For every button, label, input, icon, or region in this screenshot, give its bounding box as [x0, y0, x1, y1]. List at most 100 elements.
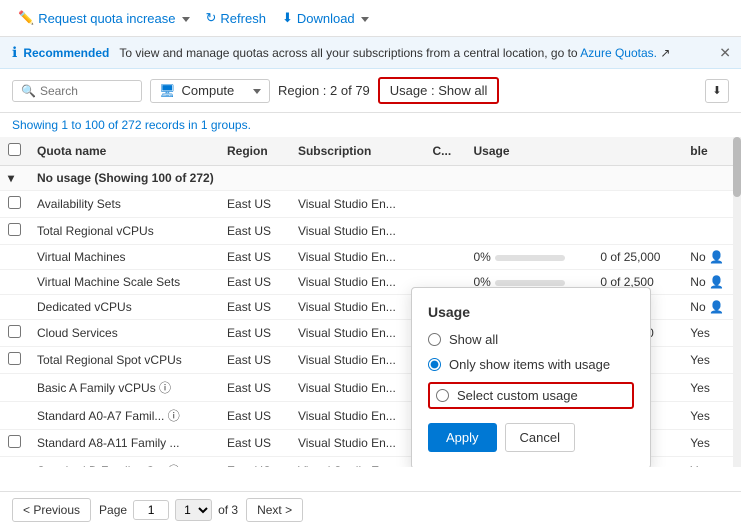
show-all-radio[interactable] [428, 333, 441, 346]
usage-val-cell [592, 218, 682, 245]
subscription-cell: Visual Studio En... [290, 245, 425, 270]
info-bar: ℹ Recommended To view and manage quotas … [0, 37, 741, 69]
records-info: Showing 1 to 100 of 272 records in 1 gro… [0, 113, 741, 137]
subscription-cell: Visual Studio En... [290, 295, 425, 320]
subscription-cell: Visual Studio En... [290, 374, 425, 402]
c-cell [425, 218, 466, 245]
usage-dropdown-panel: Usage Show all Only show items with usag… [411, 287, 651, 467]
region-cell: East US [219, 374, 290, 402]
page-number-input[interactable] [133, 500, 169, 520]
search-input[interactable] [40, 84, 140, 98]
show-all-label: Show all [449, 332, 498, 347]
show-all-option[interactable]: Show all [428, 332, 634, 347]
quota-name-cell: Total Regional Spot vCPUs [29, 347, 219, 374]
group-expand-icon[interactable]: ▾ [0, 166, 29, 191]
row-checkbox-cell [0, 402, 29, 430]
region-cell: East US [219, 270, 290, 295]
compute-chevron-icon [253, 83, 261, 98]
download-label: Download [297, 11, 355, 26]
apply-button[interactable]: Apply [428, 423, 497, 452]
region-cell: East US [219, 320, 290, 347]
monitor-icon: 🖥 [159, 83, 176, 99]
custom-usage-option[interactable]: Select custom usage [428, 382, 634, 409]
custom-usage-radio[interactable] [436, 389, 449, 402]
page-info: Page 1 2 3 of 3 [99, 499, 238, 521]
table-header-row: Quota name Region Subscription C... Usag… [0, 137, 741, 166]
column-filter[interactable]: ⬇ [705, 79, 729, 103]
request-chevron-icon [182, 11, 190, 26]
quota-name-cell: Standard D Family vC... ⓘ [29, 457, 219, 468]
toolbar: ✏️ Request quota increase ↻ Refresh ⬇ Do… [0, 0, 741, 37]
scroll-thumb[interactable] [733, 137, 741, 197]
scrollbar[interactable] [733, 137, 741, 467]
select-all-header[interactable] [0, 137, 29, 166]
request-quota-label: Request quota increase [38, 11, 175, 26]
quota-name-cell: Cloud Services [29, 320, 219, 347]
showing-label: Showing 1 to 100 of 272 records in 1 gro… [12, 118, 251, 132]
region-cell: East US [219, 191, 290, 218]
row-checkbox[interactable] [8, 223, 21, 236]
panel-buttons: Apply Cancel [428, 423, 634, 452]
previous-button[interactable]: < Previous [12, 498, 91, 522]
table-row: Availability Sets East US Visual Studio … [0, 191, 741, 218]
quota-name-cell: Basic A Family vCPUs ⓘ [29, 374, 219, 402]
subscription-cell: Visual Studio En... [290, 457, 425, 468]
row-checkbox-cell [0, 374, 29, 402]
row-checkbox[interactable] [8, 435, 21, 448]
edit-icon: ✏️ [18, 10, 34, 26]
group-header-row: ▾ No usage (Showing 100 of 272) [0, 166, 741, 191]
select-all-checkbox[interactable] [8, 143, 21, 156]
c-cell [425, 245, 466, 270]
col-usage: Usage [466, 137, 683, 166]
column-filter-icon: ⬇ [712, 84, 721, 97]
region-cell: East US [219, 295, 290, 320]
page-label: Page [99, 503, 127, 517]
download-icon: ⬇ [282, 10, 293, 26]
azure-quotas-link[interactable]: Azure Quotas. [580, 46, 657, 60]
table-row: Total Regional vCPUs East US Visual Stud… [0, 218, 741, 245]
usage-val-cell: 0 of 25,000 [592, 245, 682, 270]
region-cell: East US [219, 430, 290, 457]
quota-name-cell: Availability Sets [29, 191, 219, 218]
region-label: Region : 2 of 79 [278, 83, 370, 98]
col-subscription: Subscription [290, 137, 425, 166]
subscription-cell: Visual Studio En... [290, 320, 425, 347]
usage-show-all-button[interactable]: Usage : Show all [378, 77, 500, 104]
usage-panel-title: Usage [428, 304, 634, 320]
row-checkbox-cell[interactable] [0, 320, 29, 347]
row-checkbox[interactable] [8, 196, 21, 209]
usage-pct-cell [466, 218, 593, 245]
row-checkbox-cell[interactable] [0, 347, 29, 374]
page-dropdown[interactable]: 1 2 3 [175, 499, 212, 521]
recommended-label: Recommended [23, 46, 109, 60]
row-checkbox-cell [0, 457, 29, 468]
region-cell: East US [219, 245, 290, 270]
only-show-radio[interactable] [428, 358, 441, 371]
row-checkbox[interactable] [8, 352, 21, 365]
of-label: of 3 [218, 503, 238, 517]
cancel-button[interactable]: Cancel [505, 423, 575, 452]
subscription-cell: Visual Studio En... [290, 270, 425, 295]
row-checkbox[interactable] [8, 325, 21, 338]
download-button[interactable]: ⬇ Download [276, 6, 375, 30]
col-quota-name: Quota name [29, 137, 219, 166]
info-bar-close-button[interactable]: ✕ [719, 44, 731, 61]
footer: < Previous Page 1 2 3 of 3 Next > [0, 491, 741, 528]
region-cell: East US [219, 218, 290, 245]
next-button[interactable]: Next > [246, 498, 303, 522]
request-quota-button[interactable]: ✏️ Request quota increase [12, 6, 196, 30]
row-checkbox-cell[interactable] [0, 430, 29, 457]
quota-name-cell: Total Regional vCPUs [29, 218, 219, 245]
row-checkbox-cell [0, 270, 29, 295]
row-checkbox-cell [0, 295, 29, 320]
only-show-option[interactable]: Only show items with usage [428, 357, 634, 372]
compute-dropdown[interactable]: 🖥 Compute [150, 79, 270, 103]
info-message: To view and manage quotas across all you… [119, 46, 670, 60]
search-box: 🔍 [12, 80, 142, 102]
row-checkbox-cell[interactable] [0, 191, 29, 218]
custom-usage-label: Select custom usage [457, 388, 578, 403]
refresh-icon: ↻ [206, 10, 217, 26]
c-cell [425, 191, 466, 218]
refresh-button[interactable]: ↻ Refresh [200, 6, 272, 30]
row-checkbox-cell[interactable] [0, 218, 29, 245]
